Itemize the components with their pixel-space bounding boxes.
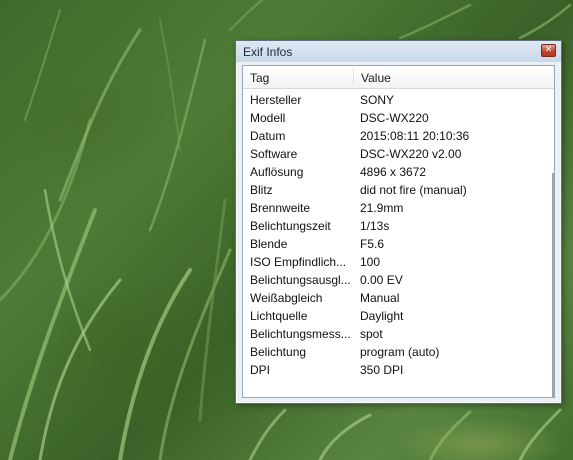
tag-cell: Blitz [250,183,273,197]
exif-rows: Hersteller SONY Modell DSC-WX220 Datum 2015:0… [243,91,554,379]
list-item[interactable]: DPI 350 DPI [243,361,554,379]
column-header-tag[interactable]: Tag [250,71,269,85]
value-cell: program (auto) [360,345,440,359]
value-cell: Manual [360,291,400,305]
list-item[interactable]: Blitz did not fire (manual) [243,181,554,199]
tag-cell: Hersteller [250,93,302,107]
tag-cell: Belichtungsmess... [250,327,351,341]
tag-cell: Modell [250,111,286,125]
tag-cell: ISO Empfindlich... [250,255,347,269]
exif-infos-window: Exif Infos ✕ Tag Value Hersteller SONY Mod… [235,40,562,404]
list-item[interactable]: Belichtung program (auto) [243,343,554,361]
list-item[interactable]: Software DSC-WX220 v2.00 [243,145,554,163]
scrollbar-thumb[interactable] [552,173,554,398]
list-item[interactable]: Brennweite 21.9mm [243,199,554,217]
list-item[interactable]: Datum 2015:08:11 20:10:36 [243,127,554,145]
tag-cell: Belichtungszeit [250,219,331,233]
value-cell: 2015:08:11 20:10:36 [360,129,470,143]
tag-cell: Belichtung [250,345,307,359]
list-item[interactable]: Weißabgleich Manual [243,289,554,307]
tag-cell: DPI [250,363,271,377]
value-cell: Daylight [360,309,404,323]
list-item[interactable]: Modell DSC-WX220 [243,109,554,127]
value-cell: 0.00 EV [360,273,403,287]
value-cell: DSC-WX220 [360,111,429,125]
list-item[interactable]: ISO Empfindlich... 100 [243,253,554,271]
value-cell: SONY [360,93,395,107]
value-cell: did not fire (manual) [360,183,467,197]
value-cell: 100 [360,255,381,269]
tag-cell: Blende [250,237,288,251]
list-item[interactable]: Blende F5.6 [243,235,554,253]
value-cell: F5.6 [360,237,385,251]
tag-cell: Software [250,147,298,161]
close-button[interactable]: ✕ [541,44,556,57]
list-item[interactable]: Hersteller SONY [243,91,554,109]
tag-cell: Brennweite [250,201,311,215]
list-item[interactable]: Belichtungszeit 1/13s [243,217,554,235]
value-cell: 350 DPI [360,363,404,377]
tag-cell: Datum [250,129,286,143]
title-bar[interactable]: Exif Infos ✕ [236,41,561,62]
tag-cell: Lichtquelle [250,309,308,323]
tag-cell: Belichtungsausgl... [250,273,351,287]
exif-list-view[interactable]: Tag Value Hersteller SONY Modell DSC-WX220 D… [242,65,555,398]
list-item[interactable]: Belichtungsmess... spot [243,325,554,343]
column-header-value[interactable]: Value [361,71,391,85]
value-cell: spot [360,327,383,341]
value-cell: DSC-WX220 v2.00 [360,147,462,161]
list-header: Tag Value [243,66,554,89]
tag-cell: Auflösung [250,165,304,179]
tag-cell: Weißabgleich [250,291,323,305]
list-item[interactable]: Auflösung 4896 x 3672 [243,163,554,181]
window-title: Exif Infos [243,45,293,59]
list-item[interactable]: Lichtquelle Daylight [243,307,554,325]
column-separator[interactable] [353,68,354,85]
list-item[interactable]: Belichtungsausgl... 0.00 EV [243,271,554,289]
close-icon: ✕ [544,45,553,55]
value-cell: 1/13s [360,219,390,233]
value-cell: 4896 x 3672 [360,165,427,179]
value-cell: 21.9mm [360,201,404,215]
